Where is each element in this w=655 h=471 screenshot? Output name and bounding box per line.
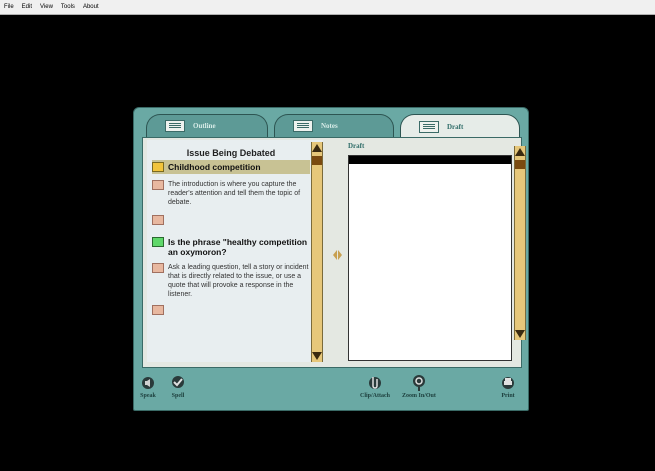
scroll-up-arrow-icon[interactable]: [312, 144, 322, 152]
note-icon: [152, 305, 164, 315]
menu-edit[interactable]: Edit: [22, 4, 32, 10]
menu-about[interactable]: About: [83, 4, 99, 10]
draft-text-editor[interactable]: [348, 155, 512, 361]
spell-check-icon: [172, 376, 184, 388]
editor-panel: Issue Being Debated Childhood competitio…: [142, 137, 526, 368]
outline-note-2-text: Ask a leading question, tell a story or …: [168, 264, 309, 298]
outline-note-2[interactable]: Ask a leading question, tell a story or …: [152, 263, 310, 299]
topic-icon: [152, 162, 164, 172]
speak-button[interactable]: Speak: [140, 375, 156, 399]
outline-heading: Issue Being Debated: [186, 148, 276, 158]
menu-file[interactable]: File: [4, 4, 14, 10]
outline-icon: [165, 120, 185, 132]
tab-outline[interactable]: Outline: [146, 114, 268, 137]
draft-pane: Draft: [342, 140, 526, 362]
paperclip-icon: [369, 377, 381, 389]
magnifier-icon: [412, 375, 425, 391]
outline-scrollbar[interactable]: [311, 142, 323, 362]
pane-resize-handle[interactable]: [333, 248, 342, 262]
note-icon: [152, 180, 164, 190]
menu-bar: File Edit View Tools About: [0, 0, 655, 15]
spell-button[interactable]: Spell: [170, 373, 186, 399]
zoom-button[interactable]: Zoom In/Out: [402, 373, 436, 399]
printer-icon: [502, 377, 514, 389]
zoom-label: Zoom In/Out: [402, 393, 436, 399]
outline-item-1-text: Childhood competition: [168, 162, 261, 172]
scroll-down-arrow-icon[interactable]: [312, 352, 322, 360]
tab-draft-label: Draft: [447, 123, 464, 131]
tab-outline-label: Outline: [193, 122, 216, 130]
draft-selection-bar: [349, 156, 511, 164]
menu-view[interactable]: View: [40, 4, 53, 10]
outline-item-2[interactable]: Is the phrase "healthy competition an ox…: [152, 237, 310, 257]
note-icon: [152, 215, 164, 225]
topic-icon: [152, 237, 164, 247]
outline-pane: Issue Being Debated Childhood competitio…: [147, 140, 323, 362]
outline-item-2-text: Is the phrase "healthy competition an ox…: [168, 237, 308, 257]
tab-notes-label: Notes: [321, 122, 338, 130]
draft-icon: [419, 121, 439, 133]
menu-tools[interactable]: Tools: [61, 4, 75, 10]
clip-attach-button[interactable]: Clip/Attach: [360, 373, 390, 399]
speak-label: Speak: [140, 393, 156, 399]
note-icon: [152, 263, 164, 273]
spell-label: Spell: [171, 393, 185, 399]
scroll-up-arrow-icon[interactable]: [515, 148, 525, 156]
scroll-thumb[interactable]: [515, 160, 525, 169]
outline-item-1[interactable]: Childhood competition: [152, 160, 310, 174]
tab-draft[interactable]: Draft: [400, 114, 520, 139]
app-window: Outline Notes Draft Issue Being Debated …: [133, 107, 529, 411]
draft-scrollbar[interactable]: [514, 146, 526, 340]
tab-notes[interactable]: Notes: [274, 114, 394, 137]
outline-note-1[interactable]: The introduction is where you capture th…: [152, 180, 310, 207]
notes-icon: [293, 120, 313, 132]
speaker-icon: [142, 377, 154, 389]
scroll-down-arrow-icon[interactable]: [515, 330, 525, 338]
print-label: Print: [501, 393, 515, 399]
draft-label: Draft: [348, 142, 365, 150]
outline-note-1-text: The introduction is where you capture th…: [168, 181, 301, 206]
bottom-toolbar: Speak Spell Clip/Attach Zoom In/Out Prin…: [134, 371, 528, 407]
outline-empty-note[interactable]: [152, 215, 310, 225]
print-button[interactable]: Print: [500, 373, 516, 399]
scroll-thumb[interactable]: [312, 156, 322, 165]
outline-empty-note[interactable]: [152, 305, 310, 315]
clip-attach-label: Clip/Attach: [360, 393, 390, 399]
